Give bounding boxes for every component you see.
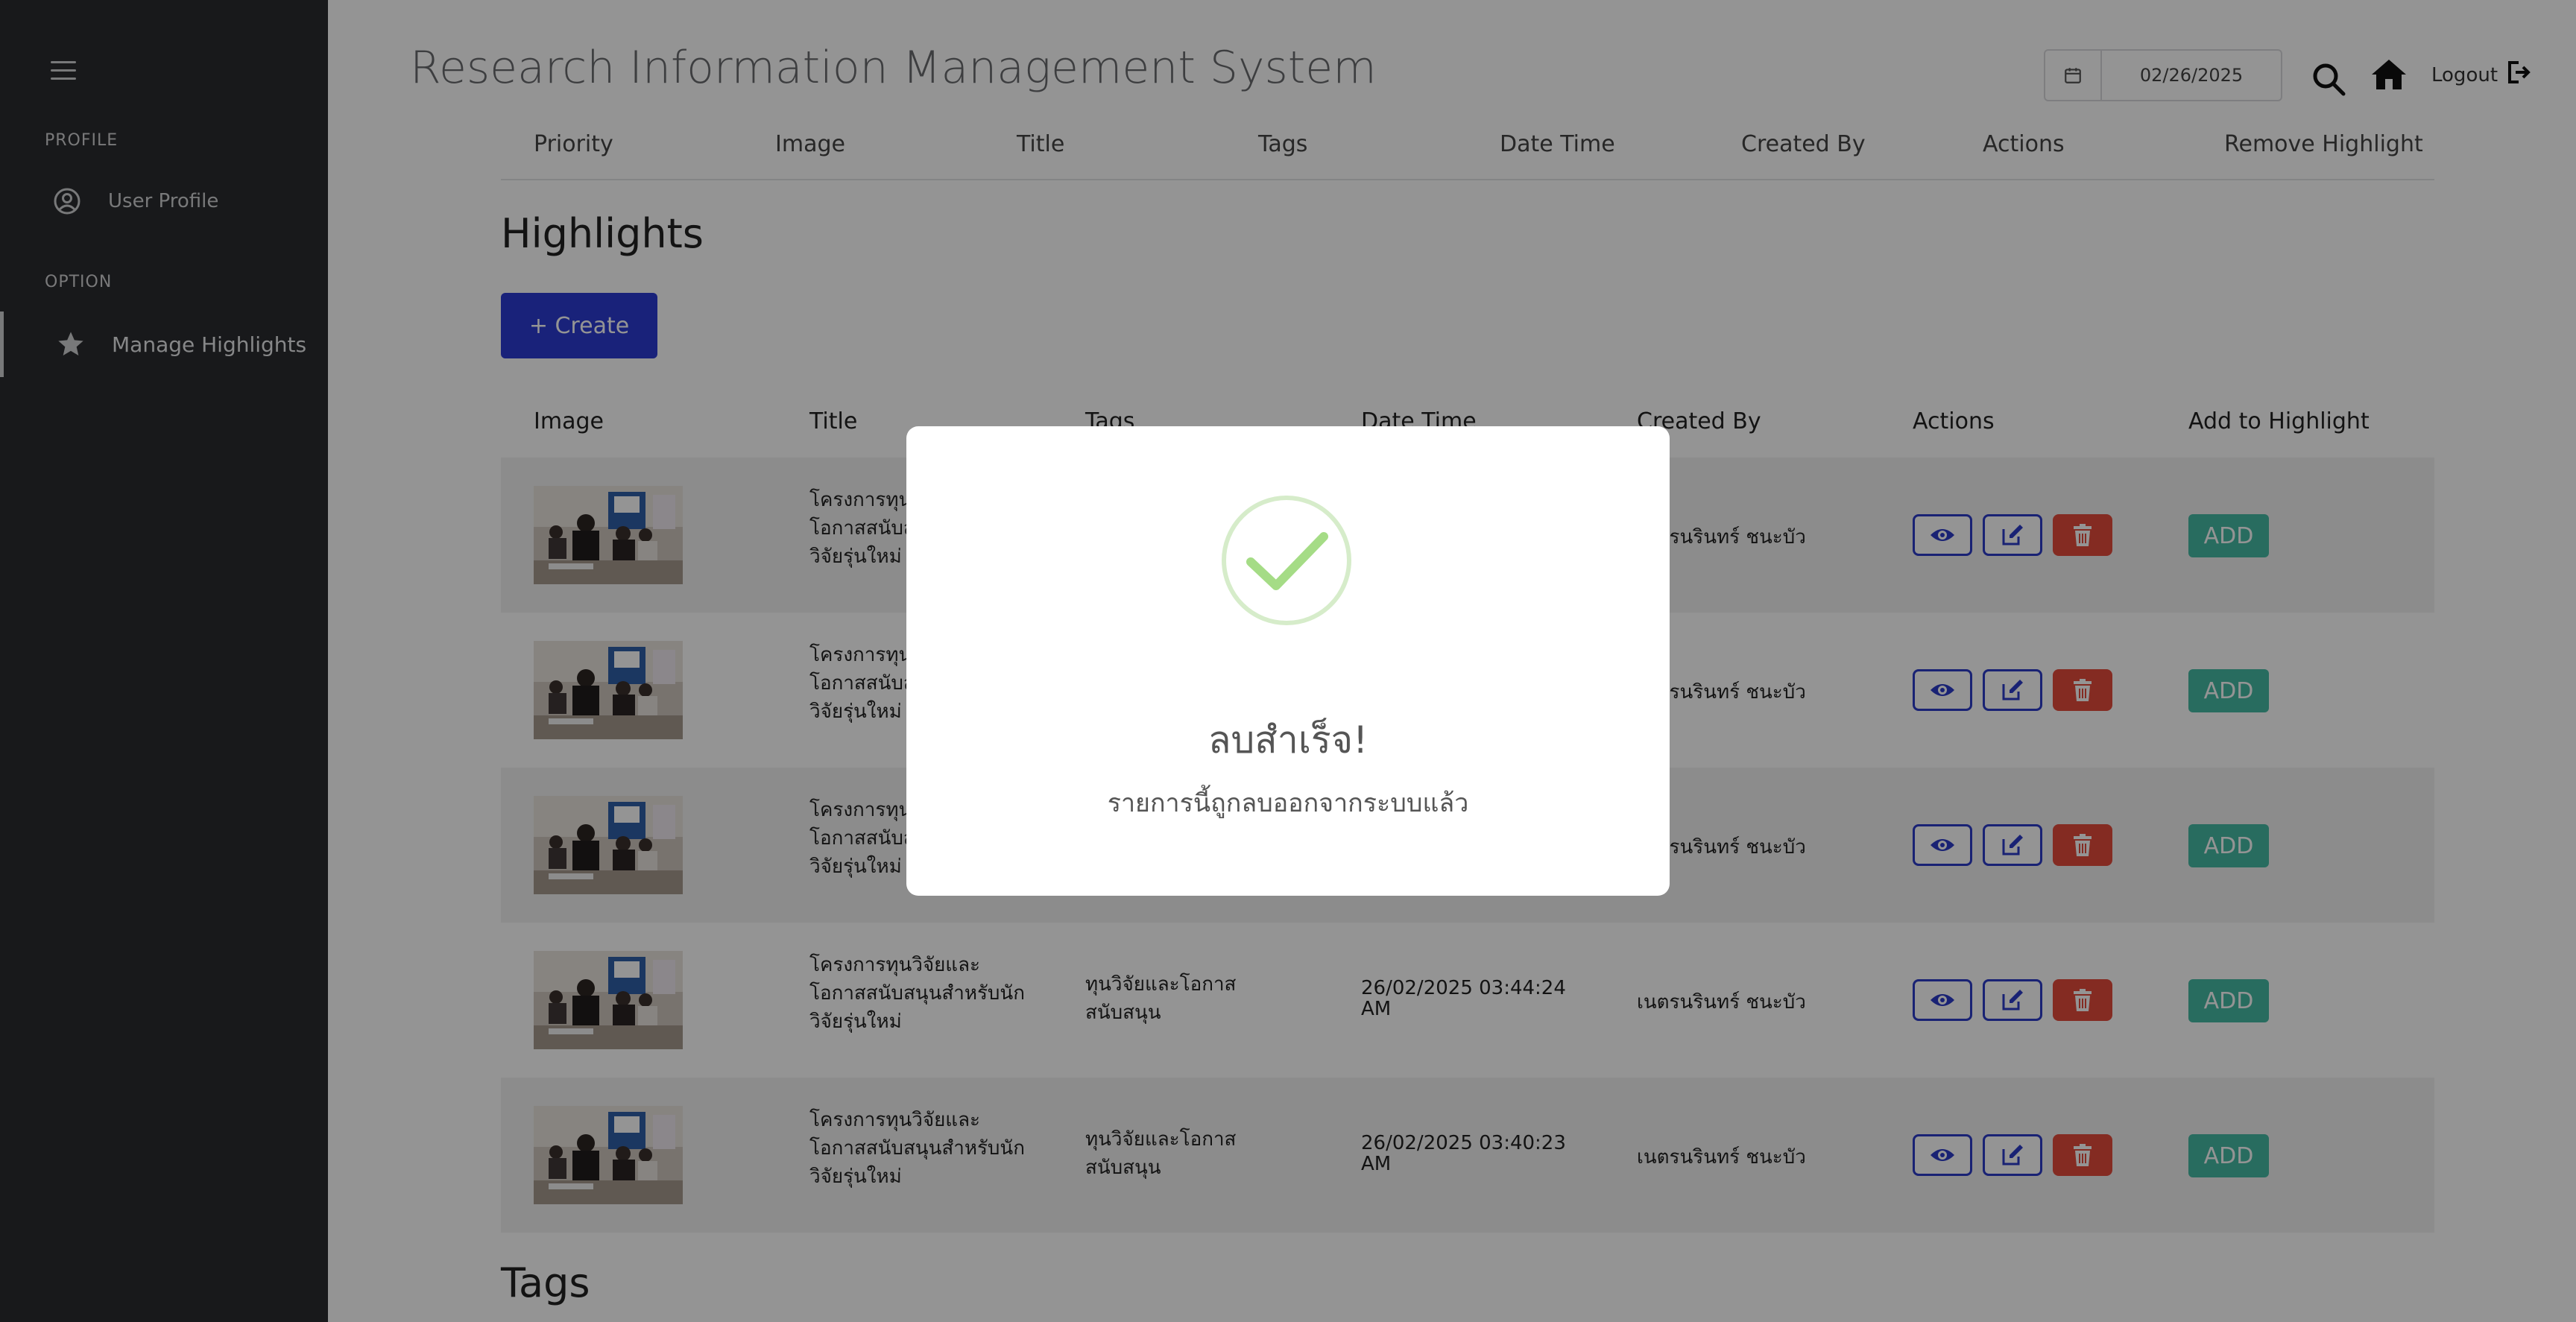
dialog-title: ลบสำเร็จ! bbox=[1208, 718, 1368, 762]
success-check-icon bbox=[1219, 493, 1354, 627]
dialog-message: รายการนี้ถูกลบออกจากระบบแล้ว bbox=[1107, 788, 1469, 818]
success-dialog: ลบสำเร็จ! รายการนี้ถูกลบออกจากระบบแล้ว bbox=[906, 426, 1670, 896]
